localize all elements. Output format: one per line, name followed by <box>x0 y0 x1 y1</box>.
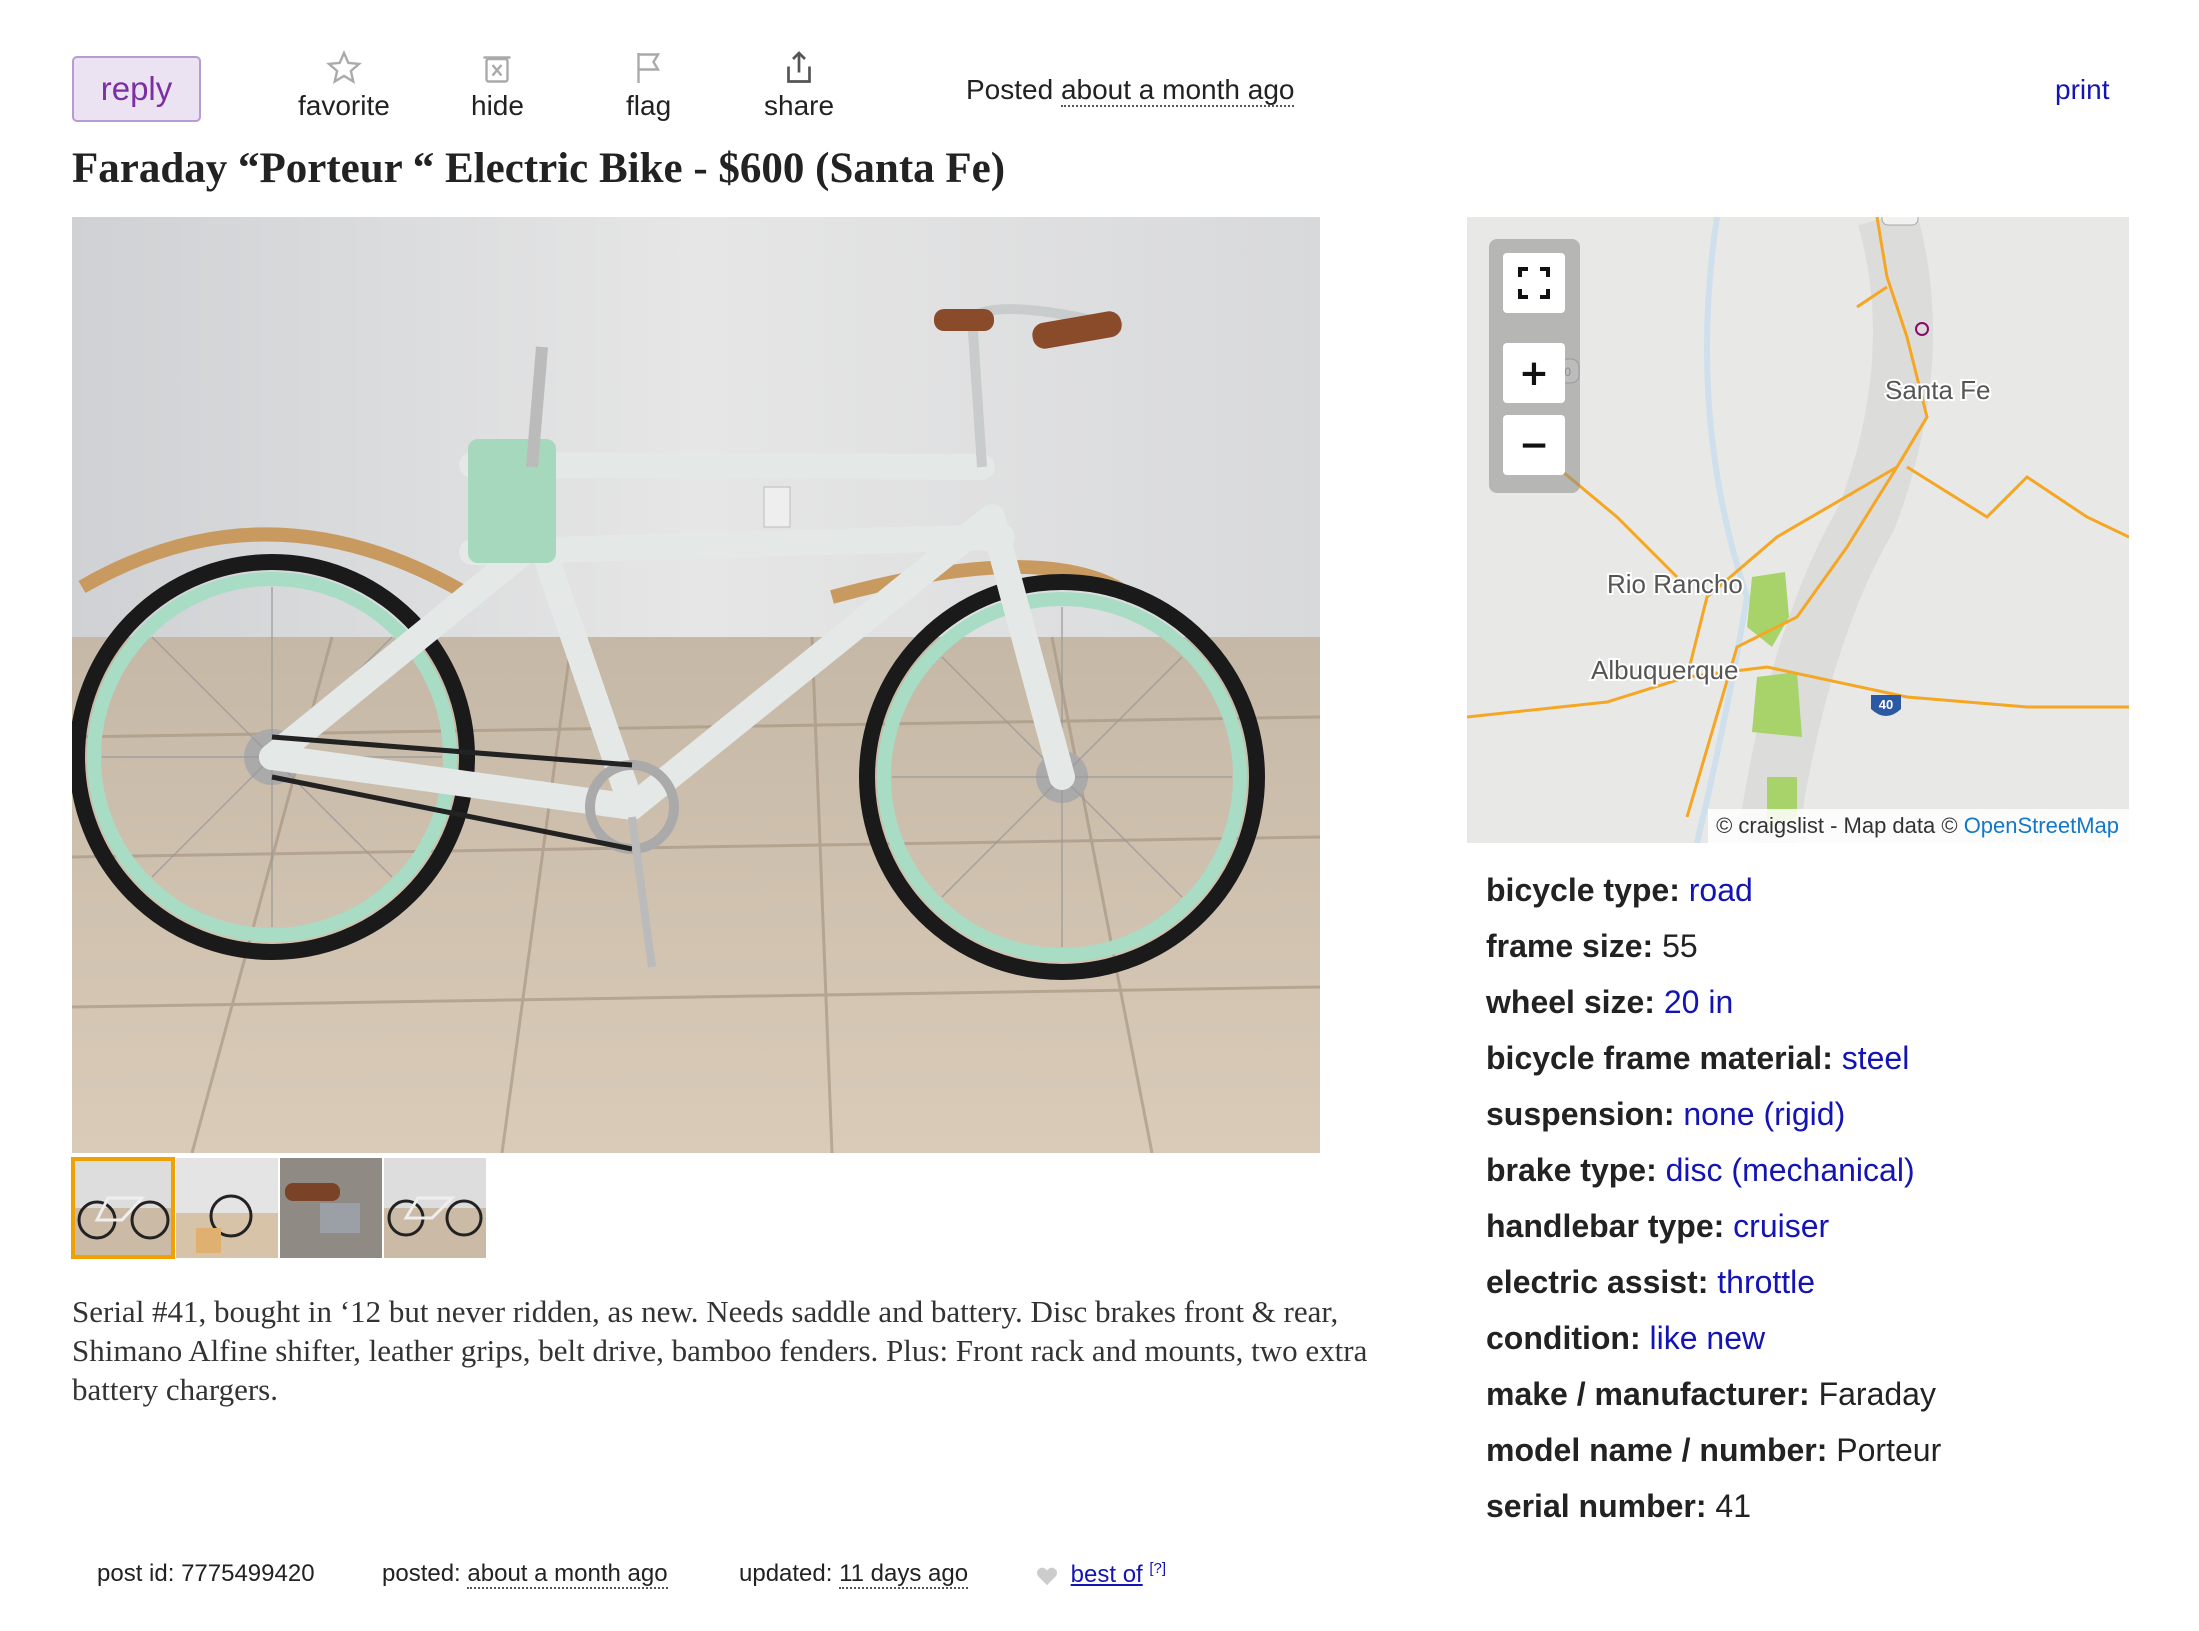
heart-icon <box>1037 1567 1057 1586</box>
share-button[interactable]: share <box>764 50 834 122</box>
thumbnail-image <box>176 1158 278 1258</box>
thumbnail-image <box>280 1158 382 1258</box>
hide-button[interactable]: hide <box>471 50 524 122</box>
updated-label: updated: <box>739 1560 833 1587</box>
thumbnail-image <box>72 1158 174 1258</box>
attribute-row: bicycle frame material: steel <box>1486 1040 1941 1096</box>
attribute-key: electric assist: <box>1486 1264 1709 1300</box>
thumbnail-image <box>384 1158 486 1258</box>
attribute-key: suspension: <box>1486 1096 1675 1132</box>
attribute-key: make / manufacturer: <box>1486 1376 1810 1412</box>
star-icon <box>326 50 362 84</box>
attribute-key: brake type: <box>1486 1152 1657 1188</box>
posted-date-value[interactable]: about a month ago <box>467 1560 668 1589</box>
attribute-row: frame size: 55 <box>1486 928 1941 984</box>
zoom-out-button[interactable]: − <box>1503 415 1565 475</box>
attribute-value[interactable]: 20 in <box>1664 984 1733 1020</box>
posted-label: posted: <box>382 1560 461 1587</box>
share-label: share <box>764 90 835 121</box>
posting-title: Faraday “Porteur “ Electric Bike - $600 … <box>72 145 1006 192</box>
posted-date: posted: about a month ago <box>382 1560 668 1589</box>
map-label-rio-rancho: Rio Rancho <box>1607 569 1743 599</box>
thumbnail-4[interactable] <box>384 1158 486 1258</box>
attribute-row: condition: like new <box>1486 1320 1941 1376</box>
thumbnail-1[interactable] <box>71 1157 175 1259</box>
location-map[interactable]: 40 550 Santa Fe Rio Rancho Albuquerque +… <box>1467 217 2129 843</box>
fullscreen-button[interactable] <box>1503 253 1565 313</box>
fullscreen-icon <box>1518 267 1550 299</box>
openstreetmap-link[interactable]: OpenStreetMap <box>1964 813 2119 838</box>
updated-date: updated: 11 days ago <box>739 1560 969 1589</box>
map-controls: + − <box>1489 239 1580 493</box>
flag-label: flag <box>626 90 672 121</box>
attribute-value[interactable]: disc (mechanical) <box>1666 1152 1915 1188</box>
best-of-help-link[interactable]: [?] <box>1149 1560 1166 1577</box>
thumbnail-3[interactable] <box>280 1158 382 1258</box>
posted-info: Posted about a month ago <box>966 74 1295 107</box>
best-of: best of [?] <box>1036 1560 1166 1589</box>
attribute-key: condition: <box>1486 1320 1641 1356</box>
zoom-in-button[interactable]: + <box>1503 343 1565 403</box>
updated-date-value[interactable]: 11 days ago <box>839 1560 969 1589</box>
post-id-label: post id: <box>97 1560 175 1587</box>
attribute-list: bicycle type: road frame size: 55 wheel si… <box>1486 872 1941 1544</box>
favorite-button[interactable]: favorite <box>298 50 390 122</box>
attribute-key: serial number: <box>1486 1488 1707 1524</box>
reply-button[interactable]: reply <box>72 56 201 122</box>
map-label-albuquerque: Albuquerque <box>1591 655 1738 685</box>
attribute-value: Porteur <box>1836 1432 1942 1468</box>
attribute-key: bicycle frame material: <box>1486 1040 1833 1076</box>
attribute-row: serial number: 41 <box>1486 1488 1941 1544</box>
attribute-value[interactable]: throttle <box>1717 1264 1815 1300</box>
attribute-row: electric assist: throttle <box>1486 1264 1941 1320</box>
bike-photo-image <box>72 217 1320 1153</box>
attribute-value: Faraday <box>1818 1376 1936 1412</box>
posting-body: Serial #41, bought in ‘12 but never ridd… <box>72 1294 1368 1407</box>
flag-icon <box>636 53 660 83</box>
attribute-row: make / manufacturer: Faraday <box>1486 1376 1941 1432</box>
main-photo[interactable] <box>72 217 1320 1153</box>
posted-prefix: Posted <box>966 74 1054 105</box>
map-attribution: © craigslist - Map data © OpenStreetMap <box>1708 809 2129 843</box>
post-id-value: 7775499420 <box>181 1560 315 1587</box>
attribute-value[interactable]: road <box>1689 872 1753 908</box>
thumbnail-strip <box>71 1157 486 1259</box>
hide-label: hide <box>471 90 524 121</box>
print-link[interactable]: print <box>2055 74 2109 106</box>
flag-button[interactable]: flag <box>626 50 671 122</box>
attribute-key: handlebar type: <box>1486 1208 1725 1244</box>
post-id: post id: 7775499420 <box>97 1560 315 1588</box>
attribute-value[interactable]: like new <box>1650 1320 1766 1356</box>
attribute-value[interactable]: none (rigid) <box>1683 1096 1845 1132</box>
thumbnail-2[interactable] <box>176 1158 278 1258</box>
attribute-row: wheel size: 20 in <box>1486 984 1941 1040</box>
attribute-row: brake type: disc (mechanical) <box>1486 1152 1941 1208</box>
attribute-key: frame size: <box>1486 928 1654 964</box>
attribute-value: 55 <box>1662 928 1698 964</box>
attribute-value[interactable]: cruiser <box>1733 1208 1829 1244</box>
attribute-row: bicycle type: road <box>1486 872 1941 928</box>
attribute-key: model name / number: <box>1486 1432 1828 1468</box>
attribution-text: © craigslist - Map data © <box>1716 813 1958 838</box>
attribute-row: handlebar type: cruiser <box>1486 1208 1941 1264</box>
posted-time[interactable]: about a month ago <box>1060 74 1295 107</box>
svg-text:40: 40 <box>1879 697 1893 712</box>
attribute-row: suspension: none (rigid) <box>1486 1096 1941 1152</box>
attribute-value: 41 <box>1715 1488 1751 1524</box>
trash-x-icon <box>483 56 511 83</box>
attribute-key: bicycle type: <box>1486 872 1680 908</box>
favorite-label: favorite <box>298 90 390 121</box>
attribute-key: wheel size: <box>1486 984 1655 1020</box>
best-of-link[interactable]: best of <box>1071 1561 1143 1588</box>
map-label-santa-fe: Santa Fe <box>1885 375 1991 405</box>
attribute-row: model name / number: Porteur <box>1486 1432 1941 1488</box>
share-icon <box>787 51 811 83</box>
attribute-value[interactable]: steel <box>1842 1040 1910 1076</box>
highway-shield-25 <box>1881 217 1919 226</box>
